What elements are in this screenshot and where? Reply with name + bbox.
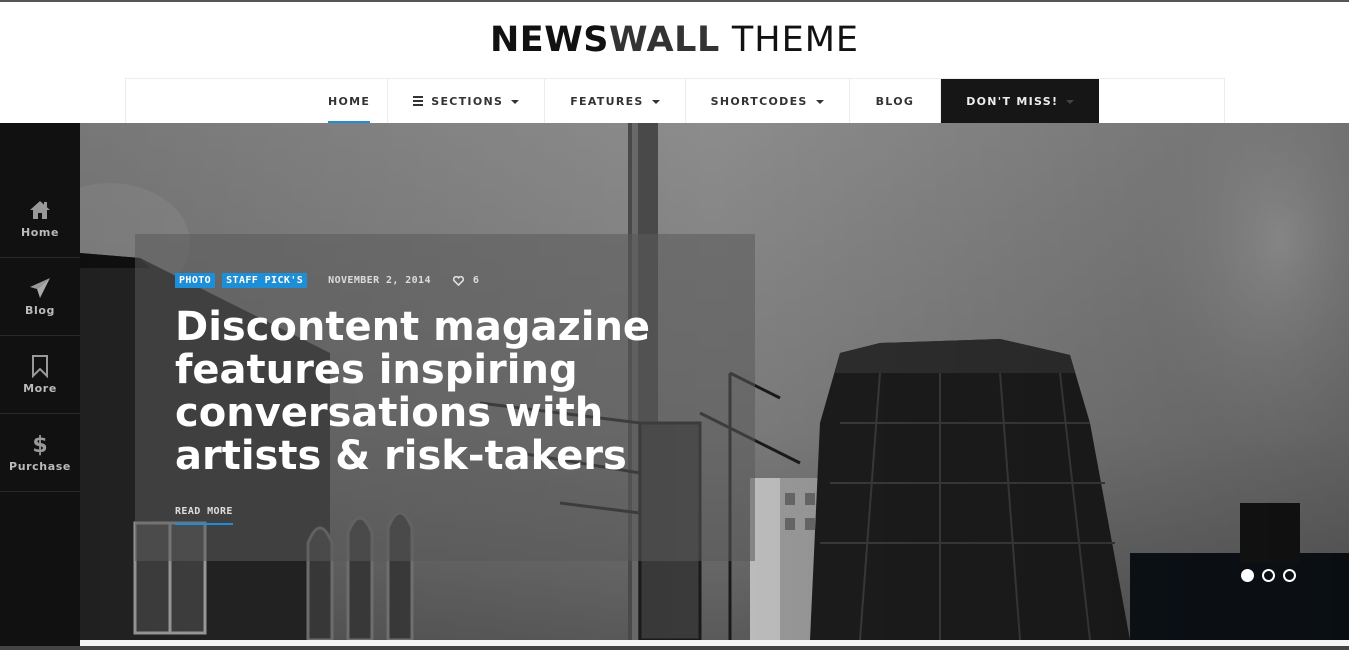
home-icon [30,201,50,219]
logo-news: NEWS [490,20,610,60]
logo-wall: WALL [609,20,720,60]
side-nav-blog[interactable]: Blog [0,258,80,336]
side-nav-label: More [23,382,57,395]
main-nav: HOME SECTIONS FEATURES SHORTCODES BLOG D… [125,78,1225,124]
caret-down-icon [815,100,824,104]
caret-down-icon [1066,100,1075,104]
hero-caption: PHOTO STAFF PICK'S NOVEMBER 2, 2014 6 Di… [135,234,755,561]
slider-dot-2[interactable] [1262,569,1275,582]
site-logo[interactable]: NEWSWALL THEME [0,20,1349,60]
side-nav-label: Home [20,226,60,239]
nav-item-home[interactable]: HOME [311,79,389,124]
paper-plane-icon [30,278,50,298]
menu-icon [413,94,424,108]
likes-count: 6 [472,275,480,286]
likes-counter[interactable]: 6 [452,275,480,286]
nav-item-label: FEATURES [570,94,644,108]
nav-item-dont-miss[interactable]: DON'T MISS! [941,79,1100,123]
slider-pagination [1233,569,1296,582]
side-nav-home[interactable]: Home [0,180,80,258]
logo-theme: THEME [719,20,859,60]
category-tag-photo[interactable]: PHOTO [175,273,216,288]
caret-down-icon [651,100,660,104]
post-date: NOVEMBER 2, 2014 [328,275,431,286]
nav-item-sections[interactable]: SECTIONS [388,79,546,123]
post-meta: PHOTO STAFF PICK'S NOVEMBER 2, 2014 6 [175,273,479,288]
nav-item-shortcodes[interactable]: SHORTCODES [686,79,850,123]
nav-item-label: SHORTCODES [710,94,808,108]
read-more-link[interactable]: READ MORE [175,506,233,525]
bookmark-icon [32,355,48,378]
slider-dot-1[interactable] [1241,569,1254,582]
slider-dot-3[interactable] [1283,569,1296,582]
heart-icon [452,275,464,286]
bottom-border [0,646,1349,650]
nav-item-features[interactable]: FEATURES [545,79,686,123]
side-nav: Home Blog More $ Purchase [0,123,80,650]
side-nav-label: Purchase [9,460,71,473]
side-nav-label: Blog [25,304,55,317]
hero-slider[interactable]: PHOTO STAFF PICK'S NOVEMBER 2, 2014 6 Di… [80,123,1349,640]
top-border [0,0,1349,2]
category-tag-staff-picks[interactable]: STAFF PICK'S [222,273,308,288]
side-nav-more[interactable]: More [0,336,80,414]
nav-item-label: DON'T MISS! [966,94,1059,108]
svg-text:$: $ [32,433,47,456]
caret-down-icon [511,100,520,104]
nav-item-label: SECTIONS [431,94,504,108]
side-nav-purchase[interactable]: $ Purchase [0,414,80,492]
hero-headline[interactable]: Discontent magazine features inspiring c… [175,306,735,478]
nav-item-label: BLOG [875,94,915,108]
nav-item-blog[interactable]: BLOG [850,79,942,123]
nav-item-label: HOME [328,94,371,108]
dollar-icon: $ [32,433,47,456]
